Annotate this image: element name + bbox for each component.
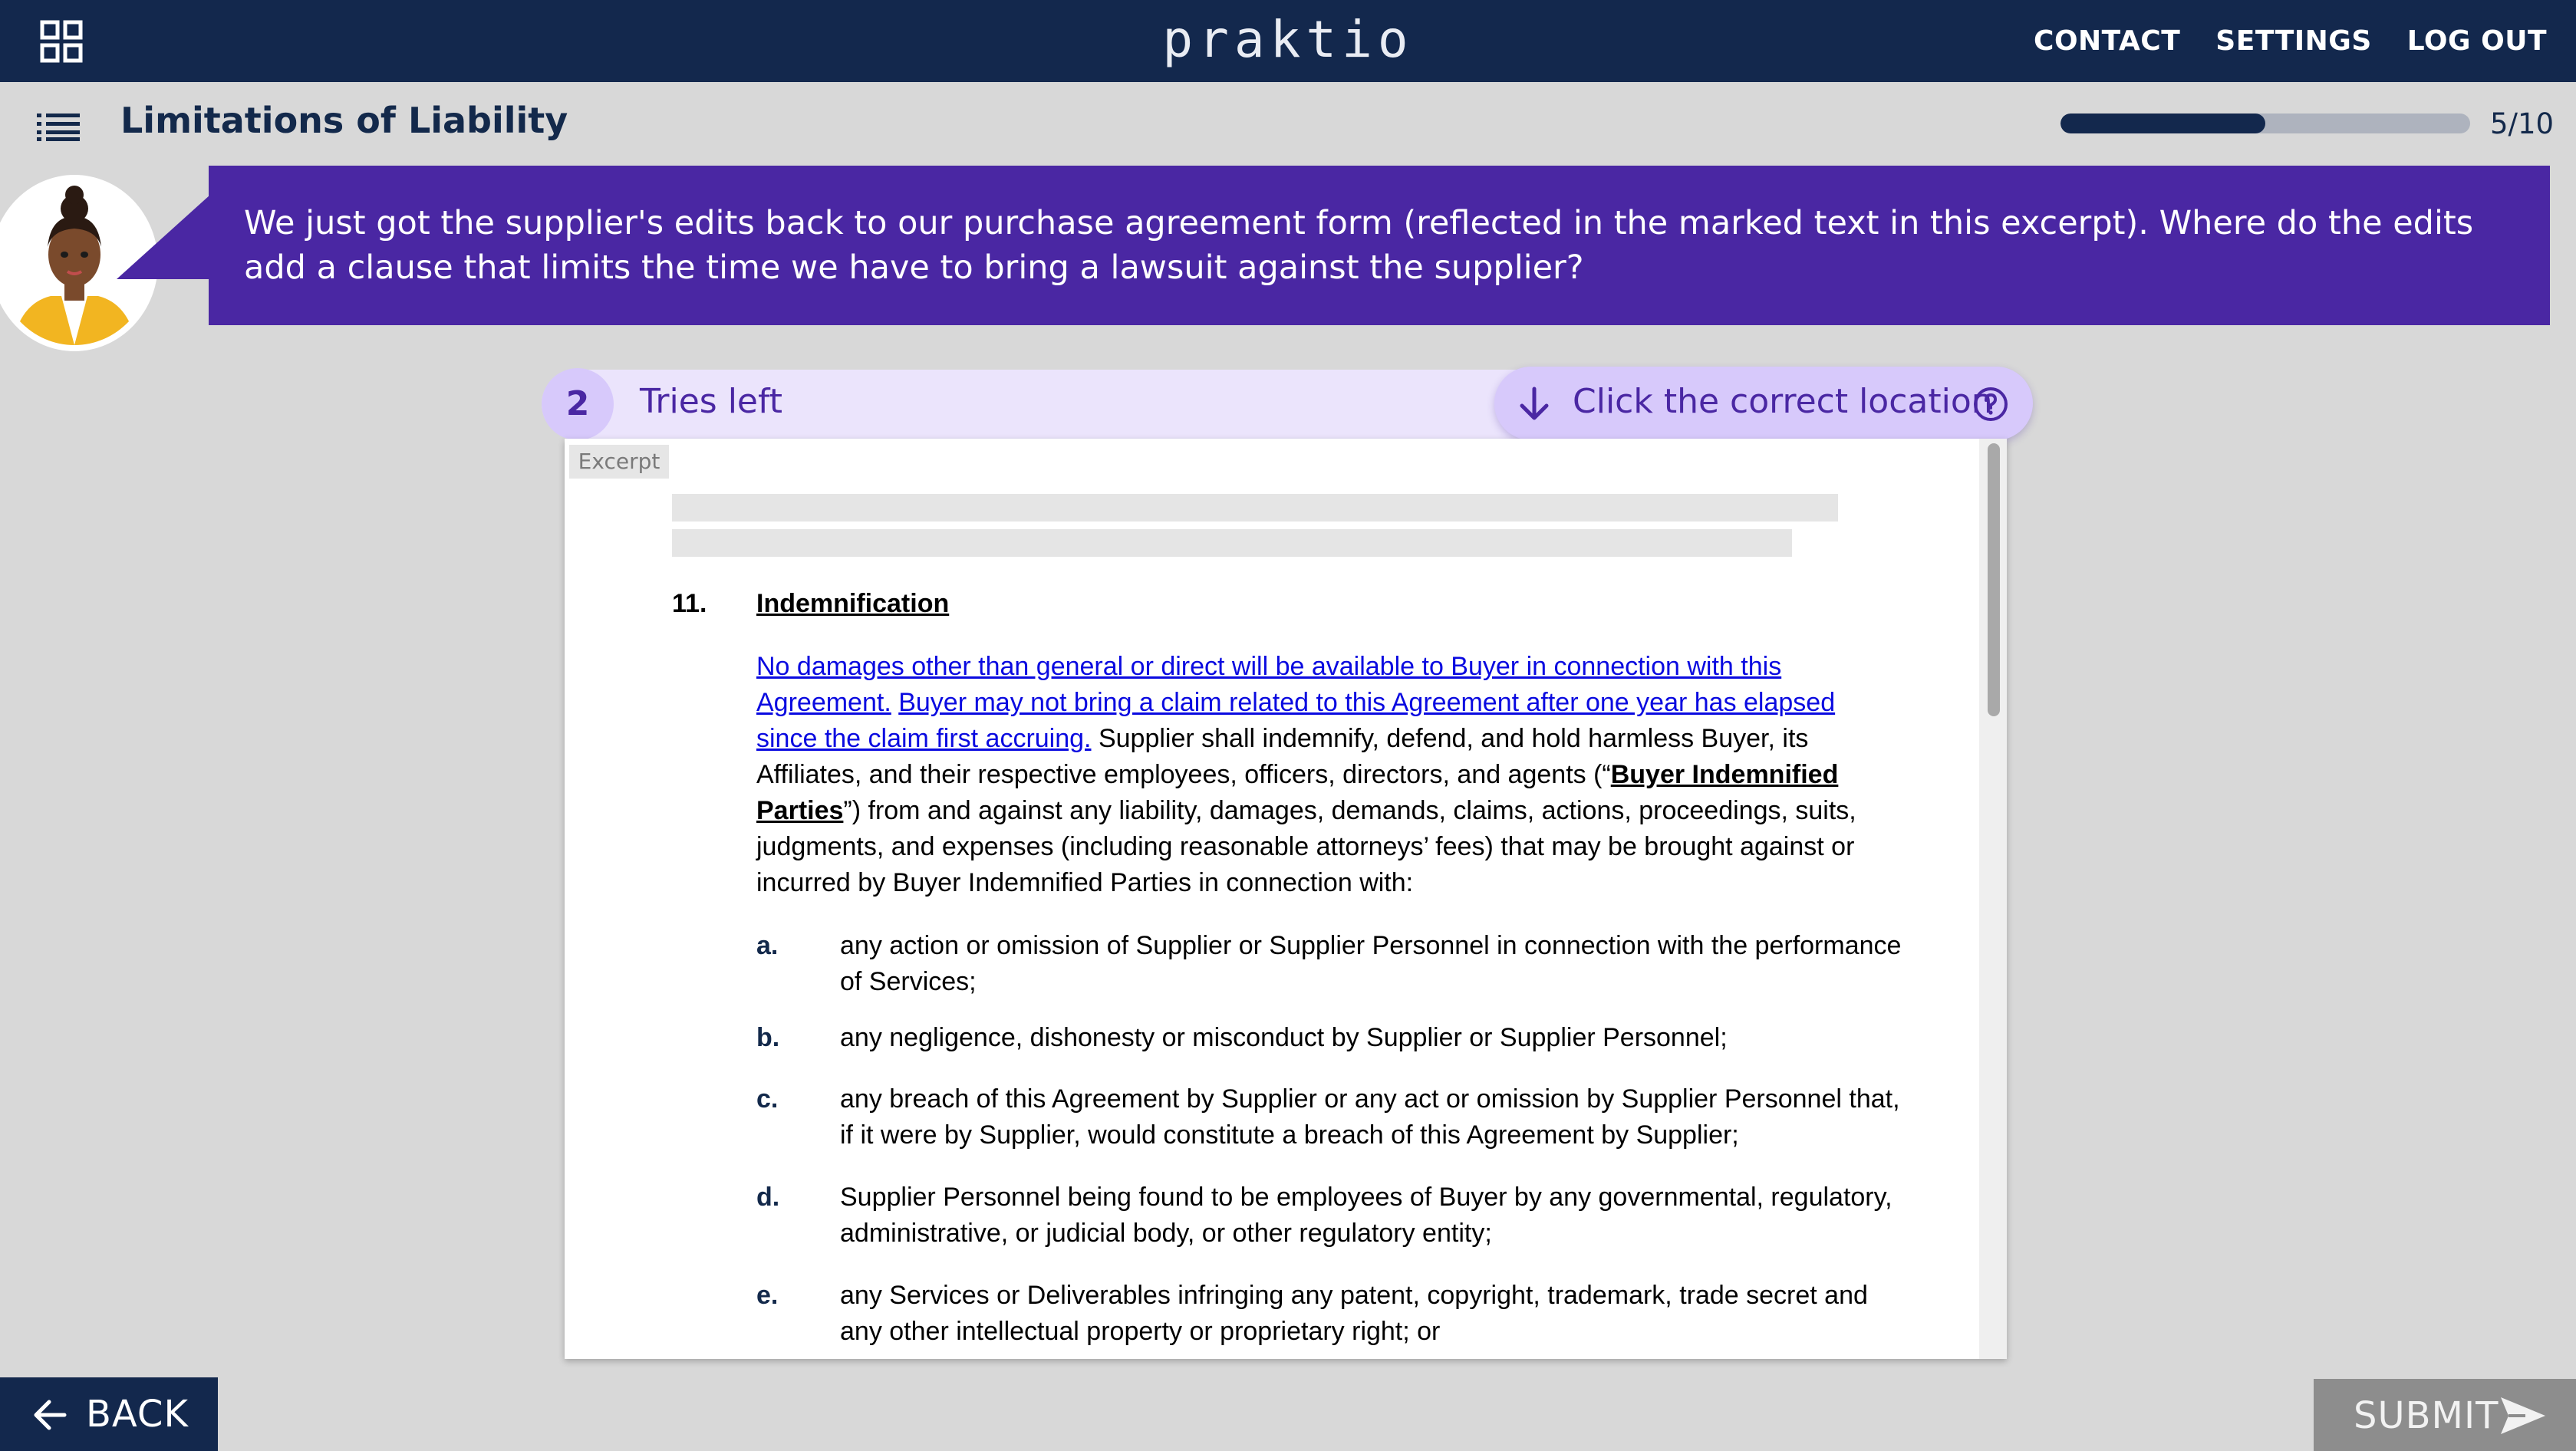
apps-grid-icon[interactable] xyxy=(40,20,83,63)
send-icon xyxy=(2501,1397,2545,1434)
back-arrow-icon xyxy=(34,1400,67,1430)
section-number: 11. xyxy=(672,589,707,618)
arrow-down-icon xyxy=(1520,387,1549,420)
list-item[interactable]: any negligence, dishonesty or misconduct… xyxy=(840,1020,1914,1056)
page-title: Limitations of Liability xyxy=(120,100,568,141)
submit-label: SUBMIT xyxy=(2354,1394,2499,1437)
excerpt-tag: Excerpt xyxy=(569,445,669,479)
list-icon[interactable] xyxy=(37,112,80,141)
tries-count-badge: 2 xyxy=(542,368,614,440)
list-item-letter: e. xyxy=(756,1281,779,1310)
help-icon[interactable] xyxy=(1973,387,2008,422)
back-button[interactable]: BACK xyxy=(0,1377,218,1451)
tries-label: Tries left xyxy=(640,382,782,421)
list-item[interactable]: any Services or Deliverables infringing … xyxy=(840,1278,1914,1350)
progress-count: 5/10 xyxy=(2490,107,2555,140)
list-item[interactable]: any action or omission of Supplier or Su… xyxy=(840,928,1914,1000)
list-item-letter: c. xyxy=(756,1084,779,1114)
redacted-line xyxy=(672,529,1792,557)
prompt-text: We just got the supplier's edits back to… xyxy=(244,204,2474,287)
submit-button[interactable]: SUBMIT xyxy=(2314,1379,2576,1451)
indemnification-paragraph: No damages other than general or direct … xyxy=(756,649,1892,901)
nav-contact-link[interactable]: CONTACT xyxy=(2034,25,2180,57)
progress-fill xyxy=(2060,114,2265,133)
prompt-bubble: We just got the supplier's edits back to… xyxy=(209,166,2550,325)
document-excerpt[interactable]: Excerpt 11. Indemnification No damages o… xyxy=(565,439,2007,1359)
instruction-label: Click the correct location xyxy=(1573,382,1993,421)
speech-bubble-tail xyxy=(117,195,210,279)
list-item-letter: b. xyxy=(756,1023,780,1052)
nav-settings-link[interactable]: SETTINGS xyxy=(2215,25,2371,57)
list-item[interactable]: any breach of this Agreement by Supplier… xyxy=(840,1081,1914,1153)
redacted-line xyxy=(672,494,1838,522)
back-label: BACK xyxy=(86,1393,189,1436)
nav-logout-link[interactable]: LOG OUT xyxy=(2407,25,2547,57)
top-bar: praktio CONTACT SETTINGS LOG OUT xyxy=(0,0,2576,82)
progress-bar xyxy=(2060,114,2470,133)
scrollbar-thumb[interactable] xyxy=(1988,443,2000,716)
section-title: Indemnification xyxy=(756,589,950,618)
list-item-letter: a. xyxy=(756,931,779,960)
list-item[interactable]: Supplier Personnel being found to be emp… xyxy=(840,1180,1914,1252)
list-item-letter: d. xyxy=(756,1183,780,1212)
top-nav: CONTACT SETTINGS LOG OUT xyxy=(1998,0,2547,82)
indemnity-clause-end[interactable]: ”) from and against any liability, damag… xyxy=(756,796,1856,897)
